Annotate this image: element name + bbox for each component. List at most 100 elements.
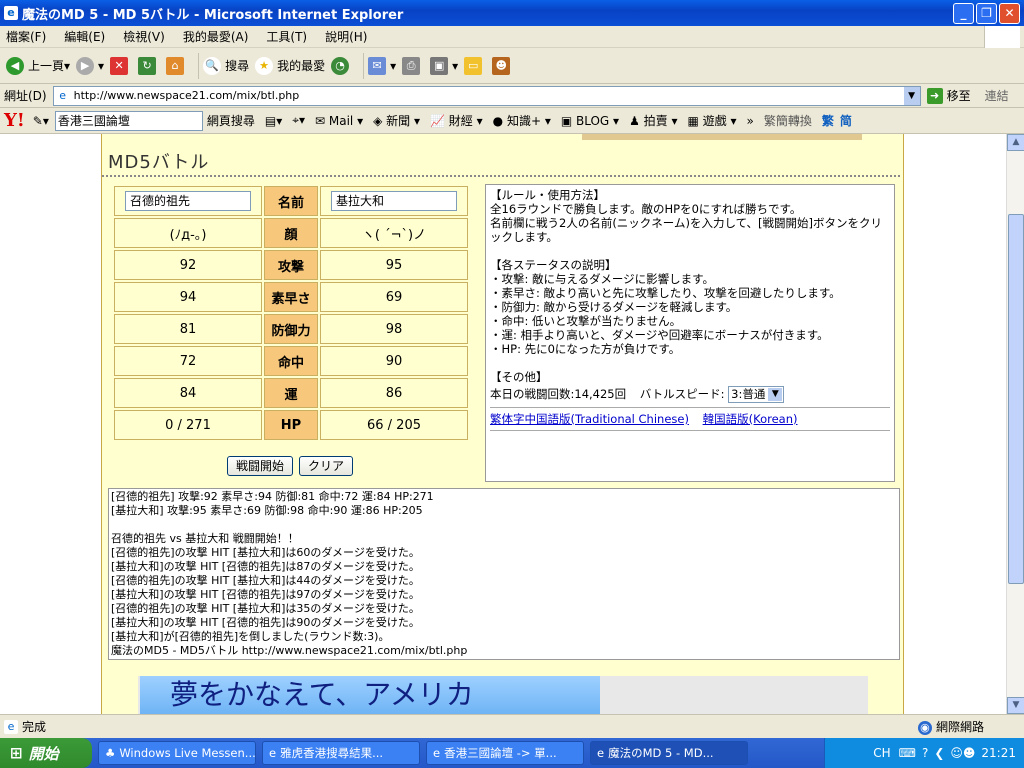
tray-arrow-icon[interactable]: ❮ <box>934 746 944 760</box>
status-line: ・防御力: 敵から受けるダメージを軽減します。 <box>490 300 738 314</box>
links-button[interactable]: 連結 <box>985 87 1009 104</box>
back-button[interactable]: ◀ 上一頁 ▾ <box>6 56 70 75</box>
more-chevron-icon[interactable]: » <box>747 114 754 128</box>
favorites-button[interactable]: ★ 我的最愛 <box>255 56 325 75</box>
minimize-button[interactable]: _ <box>953 3 974 24</box>
stats-table: 召德的祖先 名前 基拉大和 (ﾉд-｡) 顔 ヽ( ´¬`)ノ 92 攻撃 95… <box>112 184 470 442</box>
address-dropdown-icon[interactable]: ▼ <box>903 86 920 105</box>
search-button[interactable]: 🔍 搜尋 <box>203 56 249 75</box>
yahoo-mail-button[interactable]: ✉ Mail ▾ <box>315 114 363 128</box>
player2-name-input[interactable]: 基拉大和 <box>331 191 457 211</box>
yahoo-logo-icon[interactable]: Y! <box>4 110 25 131</box>
traditional-button[interactable]: 繁 <box>822 112 834 129</box>
battle-log[interactable]: [召德的祖先] 攻撃:92 素早さ:94 防御:81 命中:72 運:84 HP… <box>108 488 900 660</box>
label-hit: 命中 <box>264 346 318 376</box>
tray-apps-icon[interactable]: ☺☻ <box>950 746 975 760</box>
yahoo-knowledge-button[interactable]: ● 知識+ ▾ <box>493 112 551 129</box>
task-forum[interactable]: e 香港三國論壇 -> 單... <box>426 741 584 765</box>
ie-icon: e <box>4 6 18 20</box>
menu-edit[interactable]: 編輯(E) <box>64 28 105 45</box>
scroll-down-icon[interactable]: ▼ <box>1007 697 1024 714</box>
log-line: [基拉大和]が[召德的祖先]を倒しました(ラウンド数:3)。 <box>111 630 390 643</box>
stop-button[interactable]: ✕ <box>110 56 132 75</box>
start-button[interactable]: ⊞ 開始 <box>0 738 92 768</box>
zone-text: 網際網路 <box>935 720 984 734</box>
task-yahoo-search[interactable]: e 雅虎香港搜尋結果... <box>262 741 420 765</box>
title-divider <box>102 175 900 177</box>
go-button[interactable]: 移至 <box>947 87 971 104</box>
page-icon: e <box>55 88 70 103</box>
menu-favorites[interactable]: 我的最愛(A) <box>183 28 249 45</box>
toolbar-divider <box>363 52 365 79</box>
battle-count: 本日の戦闘回数:14,425回 <box>490 387 627 401</box>
pencil-icon[interactable]: ✎▾ <box>33 114 49 128</box>
language-indicator[interactable]: CH <box>873 746 890 760</box>
speed-select[interactable]: 3:普通 <box>728 386 785 403</box>
clear-button[interactable]: クリア <box>299 456 354 476</box>
player1-luck: 84 <box>114 378 262 408</box>
vertical-scrollbar[interactable]: ▲ ▼ <box>1006 134 1024 714</box>
web-search-button[interactable]: 網頁搜尋 <box>207 112 255 129</box>
globe-icon: ◉ <box>917 721 932 735</box>
taskbar: ⊞ 開始 ♣ Windows Live Messen... e 雅虎香港搜尋結果...… <box>0 738 1024 768</box>
menu-view[interactable]: 檢視(V) <box>123 28 165 45</box>
status-title: 【各ステータスの説明】 <box>490 258 617 272</box>
player2-atk: 95 <box>320 250 468 280</box>
rules-divider <box>490 407 890 408</box>
task-md5-battle[interactable]: e 魔法のMD 5 - MD... <box>590 741 748 765</box>
windows-flag-icon: ⊞ <box>10 744 23 762</box>
forward-button[interactable]: ▶ ▾ <box>76 56 104 75</box>
status-bar: e 完成 ◉ 網際網路 <box>0 714 1024 738</box>
go-arrow-icon[interactable]: ➜ <box>926 87 943 104</box>
highlight-icon[interactable]: ⌖▾ <box>292 113 305 128</box>
battle-buttons: 戦闘開始 クリア <box>227 456 354 476</box>
menu-help[interactable]: 說明(H) <box>325 28 367 45</box>
menu-file[interactable]: 檔案(F) <box>6 28 46 45</box>
address-input[interactable]: e http://www.newspace21.com/mix/btl.php … <box>52 85 921 106</box>
notes-button[interactable]: ▭ <box>464 56 486 75</box>
page-done-icon: e <box>4 719 18 734</box>
simplified-button[interactable]: 简 <box>840 112 852 129</box>
search-icon: 🔍 <box>203 56 222 75</box>
scroll-thumb[interactable] <box>1008 214 1024 584</box>
standard-toolbar: ◀ 上一頁 ▾ ▶ ▾ ✕ ↻ ⌂ 🔍 搜尋 ★ 我的最愛 ◔ ✉ ▾ ⎙ ▣ ▾ ▭ ☻ <box>0 48 1024 84</box>
home-button[interactable]: ⌂ <box>166 56 188 75</box>
player1-hp: 0 / 271 <box>114 410 262 440</box>
yahoo-blog-button[interactable]: ▣ BLOG ▾ <box>561 114 619 128</box>
yahoo-toolbar: Y! ✎▾ 香港三國論壇 網頁搜尋 ▤▾ ⌖▾ ✉ Mail ▾ ◈ 新聞 ▾ … <box>0 108 1024 134</box>
player1-face: (ﾉд-｡) <box>114 218 262 248</box>
yahoo-search-input[interactable]: 香港三國論壇 <box>54 110 203 131</box>
player1-hit: 72 <box>114 346 262 376</box>
yahoo-auction-button[interactable]: ♟ 拍賣 ▾ <box>629 112 677 129</box>
ie-task-icon: e <box>269 746 277 760</box>
maximize-button[interactable]: ❐ <box>976 3 997 24</box>
label-name: 名前 <box>264 186 318 216</box>
layout-icon[interactable]: ▤▾ <box>265 114 282 128</box>
keyboard-icon[interactable]: ⌨ <box>899 746 916 760</box>
yahoo-finance-button[interactable]: 📈 財經 ▾ <box>430 112 483 129</box>
scroll-up-icon[interactable]: ▲ <box>1007 134 1024 151</box>
title-bar: e 魔法のMD 5 - MD 5バトル - Microsoft Internet… <box>0 0 1024 26</box>
edit-button[interactable]: ▣ ▾ <box>430 56 458 75</box>
stat-cell: 召德的祖先 <box>114 186 262 216</box>
log-line: [召德的祖先]の攻撃 HIT [基拉大和]は44のダメージを受けた。 <box>111 574 420 587</box>
help-icon[interactable]: ? <box>922 746 928 760</box>
close-button[interactable]: ✕ <box>999 3 1020 24</box>
messenger-icon: ☻ <box>492 56 511 75</box>
mail-button[interactable]: ✉ ▾ <box>368 56 396 75</box>
task-messenger[interactable]: ♣ Windows Live Messen... <box>98 741 256 765</box>
refresh-button[interactable]: ↻ <box>138 56 160 75</box>
traditional-chinese-link[interactable]: 繁体字中国語版(Traditional Chinese) <box>490 412 689 426</box>
print-button[interactable]: ⎙ <box>402 56 424 75</box>
history-button[interactable]: ◔ <box>331 56 353 75</box>
start-battle-button[interactable]: 戦闘開始 <box>227 456 294 476</box>
korean-link[interactable]: 韓国語版(Korean) <box>703 412 798 426</box>
ie-task-icon: e <box>433 746 441 760</box>
ad-banner[interactable]: 夢をかなえて、アメリカ <box>138 676 868 714</box>
browser-viewport: MD5バトル 召德的祖先 名前 基拉大和 (ﾉд-｡) 顔 ヽ( ´¬`)ノ 9… <box>0 134 1006 714</box>
yahoo-news-button[interactable]: ◈ 新聞 ▾ <box>373 112 420 129</box>
yahoo-games-button[interactable]: ▦ 遊戲 ▾ <box>688 112 737 129</box>
messenger-button[interactable]: ☻ <box>492 56 514 75</box>
player1-name-input[interactable]: 召德的祖先 <box>125 191 251 211</box>
menu-tools[interactable]: 工具(T) <box>266 28 307 45</box>
